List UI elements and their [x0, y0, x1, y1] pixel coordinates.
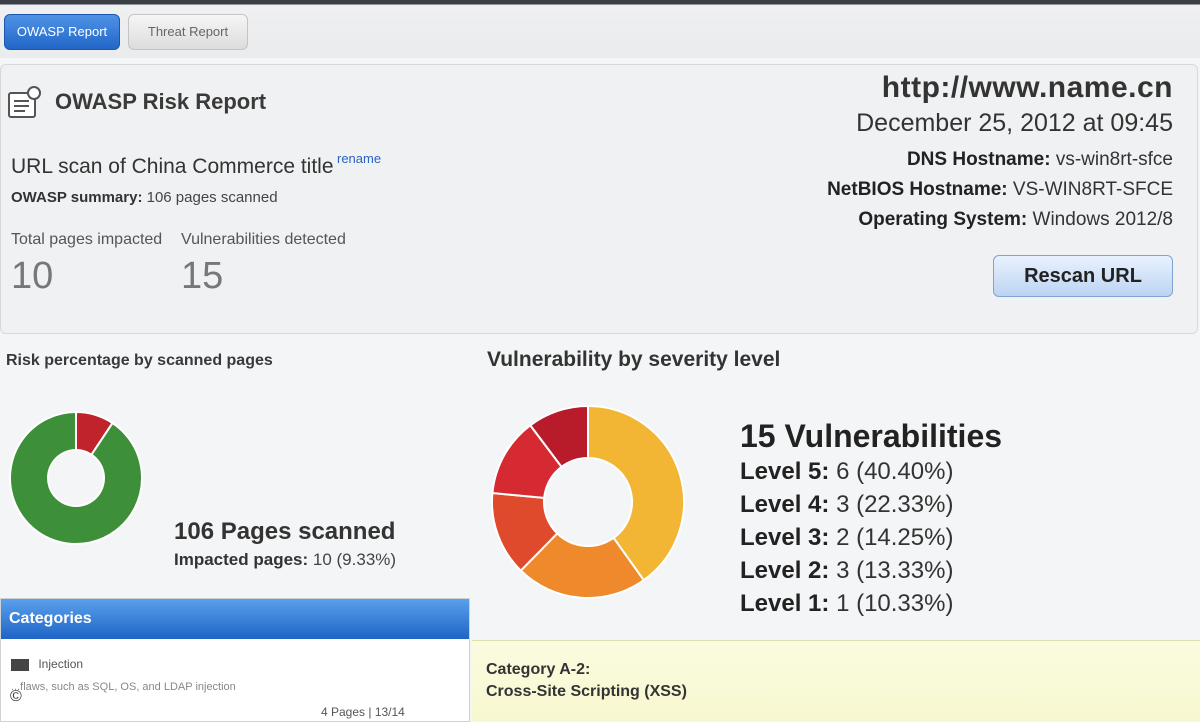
report-title: OWASP Risk Report [55, 89, 267, 114]
vulnerabilities-detected-value: 15 [181, 255, 224, 297]
impacted-pages-label: Impacted pages: [174, 550, 309, 569]
severity-level-5: Level 5: 6 (40.40%) [740, 458, 953, 486]
category-row-injection[interactable]: Injection [11, 657, 83, 671]
netbios-hostname-value: VS-WIN8RT-SFCE [1012, 179, 1173, 200]
impacted-pages-value: 10 (9.33%) [312, 550, 397, 569]
severity-chart-title: Vulnerability by severity level [487, 348, 781, 371]
tab-bar: OWASP Report Threat Report [0, 0, 1200, 58]
operating-system-value: Windows 2012/8 [1032, 209, 1173, 230]
dns-hostname: DNS Hostname: vs-win8rt-sfce [907, 149, 1173, 171]
summary-label: OWASP summary: [11, 189, 143, 206]
scan-date: December 25, 2012 at 09:45 [856, 109, 1173, 137]
total-pages-impacted-label: Total pages impacted [11, 231, 163, 248]
owasp-summary: OWASP summary: 106 pages scanned [11, 189, 278, 206]
operating-system: Operating System: Windows 2012/8 [858, 209, 1173, 231]
categories-header: Categories [1, 599, 469, 639]
category-detail-panel: Category A-2: Cross-Site Scripting (XSS) [472, 640, 1200, 721]
vulnerabilities-detected-label: Vulnerabilities detected [181, 231, 346, 248]
severity-level-value: 3 (22.33%) [836, 491, 954, 518]
severity-level-label: Level 4: [740, 491, 830, 518]
detail-category: Category A-2: [486, 661, 591, 678]
category-icon [11, 658, 29, 671]
rename-link[interactable]: rename [337, 151, 381, 166]
scanned-url: http://www.name.cn [881, 71, 1173, 104]
severity-level-label: Level 1: [740, 590, 830, 617]
severity-level-3: Level 3: 2 (14.25%) [740, 524, 953, 552]
severity-level-label: Level 3: [740, 524, 830, 551]
report-document-icon [8, 86, 41, 118]
dns-hostname-value: vs-win8rt-sfce [1055, 149, 1173, 170]
severity-level-value: 3 (13.33%) [836, 557, 954, 584]
scan-title: URL scan of China Commerce title [11, 155, 334, 178]
severity-level-1: Level 1: 1 (10.33%) [740, 590, 953, 618]
rescan-url-button[interactable]: Rescan URL [993, 255, 1173, 297]
severity-donut-chart [491, 404, 685, 599]
detail-category-name: Cross-Site Scripting (XSS) [486, 683, 687, 700]
copyright-mark: © [10, 688, 22, 705]
netbios-hostname-label: NetBIOS Hostname: [827, 179, 1008, 200]
vulnerabilities-total: 15 Vulnerabilities [740, 418, 1003, 454]
risk-donut-chart [9, 410, 143, 545]
summary-value: 106 pages scanned [146, 189, 278, 206]
severity-level-2: Level 2: 3 (13.33%) [740, 557, 953, 585]
tab-owasp-report[interactable]: OWASP Report [4, 14, 120, 50]
category-description: ...flaws, such as SQL, OS, and LDAP inje… [11, 681, 236, 693]
operating-system-label: Operating System: [858, 209, 1028, 230]
severity-level-label: Level 5: [740, 458, 830, 485]
severity-level-value: 1 (10.33%) [836, 590, 954, 617]
risk-chart-title: Risk percentage by scanned pages [6, 352, 273, 369]
risk-slice-not-impacted [9, 410, 143, 545]
report-header-card: OWASP Risk Report URL scan of China Comm… [0, 64, 1198, 334]
severity-level-4: Level 4: 3 (22.33%) [740, 491, 953, 519]
impacted-pages: Impacted pages: 10 (9.33%) [174, 550, 396, 570]
total-pages-impacted-value: 10 [11, 255, 54, 297]
netbios-hostname: NetBIOS Hostname: VS-WIN8RT-SFCE [827, 179, 1173, 201]
dns-hostname-label: DNS Hostname: [906, 149, 1051, 170]
tab-threat-report[interactable]: Threat Report [128, 14, 248, 50]
categories-panel: Categories Injection ...flaws, such as S… [0, 598, 470, 722]
severity-level-value: 2 (14.25%) [836, 524, 954, 551]
category-label: Injection [38, 657, 84, 671]
pages-scanned: 106 Pages scanned [174, 518, 396, 545]
category-pages: 4 Pages | 13/14 [321, 705, 405, 719]
severity-level-value: 6 (40.40%) [836, 458, 954, 485]
severity-level-label: Level 2: [740, 557, 830, 584]
